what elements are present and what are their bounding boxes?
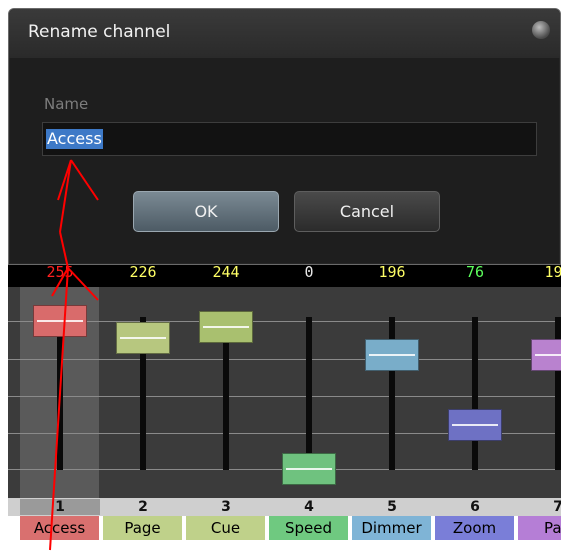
arrow-shaft-mid [59,231,69,269]
arrow-head-left [57,159,72,201]
annotation-arrow [49,159,99,551]
arrow-stroke [49,267,69,551]
arrow-shaft-top [59,159,72,233]
arrow-head-right [67,267,99,301]
arrow-head-right-top [70,159,99,201]
